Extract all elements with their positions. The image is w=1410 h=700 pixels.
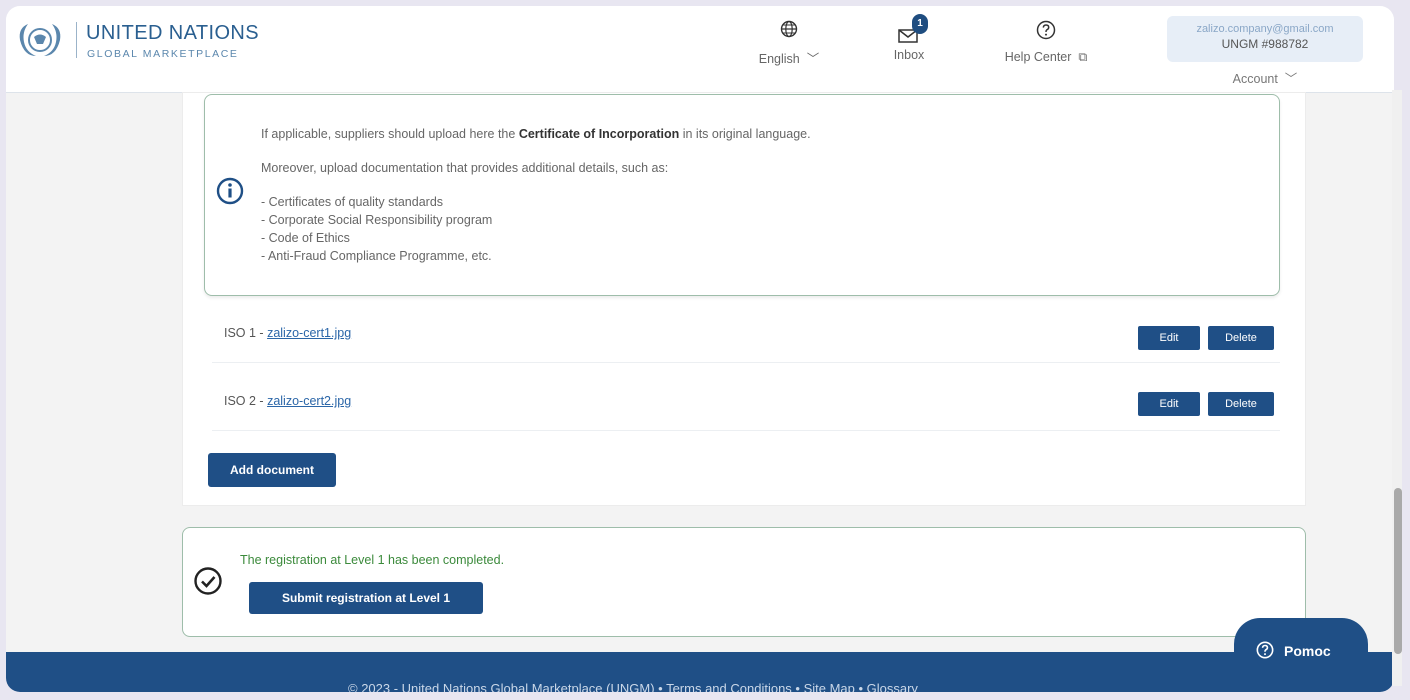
help-center-label: Help Center [1004,50,1072,64]
add-document-button[interactable]: Add document [208,453,336,487]
delete-button[interactable]: Delete [1208,392,1274,416]
info-line-1-bold: Certificate of Incorporation [518,127,680,141]
footer-text[interactable]: © 2023 - United Nations Global Marketpla… [348,681,918,692]
language-selector[interactable]: English ﹀ [754,20,824,67]
external-link-icon: ⧉ [1074,50,1088,64]
document-type: ISO 2 - [224,394,268,408]
document-label: ISO 2 - zalizo-cert2.jpg [224,394,351,408]
info-box: If applicable, suppliers should upload h… [204,94,1280,296]
delete-button[interactable]: Delete [1208,326,1274,350]
registration-status-box: The registration at Level 1 has been com… [182,527,1306,637]
un-emblem-icon[interactable] [12,20,68,60]
info-line-1: If applicable, suppliers should upload h… [261,125,811,143]
account-email: zalizo.company@gmail.com [1196,23,1334,35]
info-bullet-list: - Certificates of quality standards - Co… [261,193,811,265]
info-bullet: - Corporate Social Responsibility progra… [261,213,493,227]
document-row: ISO 2 - zalizo-cert2.jpg Edit Delete [212,378,1280,431]
inbox-icon-wrap: 1 [884,14,934,48]
account-menu[interactable]: Account ﹀ [1167,68,1363,87]
inbox-button[interactable]: 1 Inbox [884,14,934,62]
document-label: ISO 1 - zalizo-cert1.jpg [224,326,351,340]
edit-button[interactable]: Edit [1138,326,1200,350]
site-header: UNITED NATIONS GLOBAL MARKETPLACE Englis… [6,6,1394,93]
help-center-link[interactable]: Help Center ⧉ [996,20,1096,65]
info-bullet: - Code of Ethics [261,231,350,245]
help-widget-button[interactable]: Pomoc [1234,618,1368,670]
brand-subtitle[interactable]: GLOBAL MARKETPLACE [87,48,239,60]
info-line-1-pre: If applicable, suppliers should upload h… [261,127,519,141]
info-line-2: Moreover, upload documentation that prov… [261,161,669,175]
info-bullet: - Anti-Fraud Compliance Programme, etc. [261,249,492,263]
submit-registration-button[interactable]: Submit registration at Level 1 [249,582,483,614]
brand-divider [76,22,77,58]
document-row: ISO 1 - zalizo-cert1.jpg Edit Delete [212,310,1280,363]
chevron-down-icon: ﹀ [1281,72,1298,86]
info-line-1-post: in its original language. [679,127,811,141]
info-text: If applicable, suppliers should upload h… [261,125,811,265]
chevron-down-icon: ﹀ [803,52,820,66]
help-widget-label: Pomoc [1284,643,1331,659]
brand-title[interactable]: UNITED NATIONS [86,22,259,45]
document-type: ISO 1 - [224,326,268,340]
registration-message: The registration at Level 1 has been com… [240,553,505,567]
check-circle-icon [194,567,222,595]
inbox-label: Inbox [893,48,925,62]
account-label: Account [1232,72,1278,86]
site-footer: © 2023 - United Nations Global Marketpla… [6,652,1394,692]
account-info[interactable]: zalizo.company@gmail.com UNGM #988782 [1167,16,1363,62]
globe-icon [780,20,798,38]
account-ungm-number: UNGM #988782 [1221,37,1309,51]
question-circle-icon [1256,641,1274,659]
browser-frame: UNITED NATIONS GLOBAL MARKETPLACE Englis… [6,6,1394,692]
language-label: English [758,52,800,66]
inbox-badge: 1 [912,14,928,34]
edit-button[interactable]: Edit [1138,392,1200,416]
scrollbar-thumb[interactable] [1394,488,1402,654]
info-icon [216,177,244,205]
question-circle-icon [1036,20,1056,40]
document-file-link[interactable]: zalizo-cert1.jpg [267,326,351,340]
info-bullet: - Certificates of quality standards [261,195,444,209]
document-file-link[interactable]: zalizo-cert2.jpg [267,394,351,408]
